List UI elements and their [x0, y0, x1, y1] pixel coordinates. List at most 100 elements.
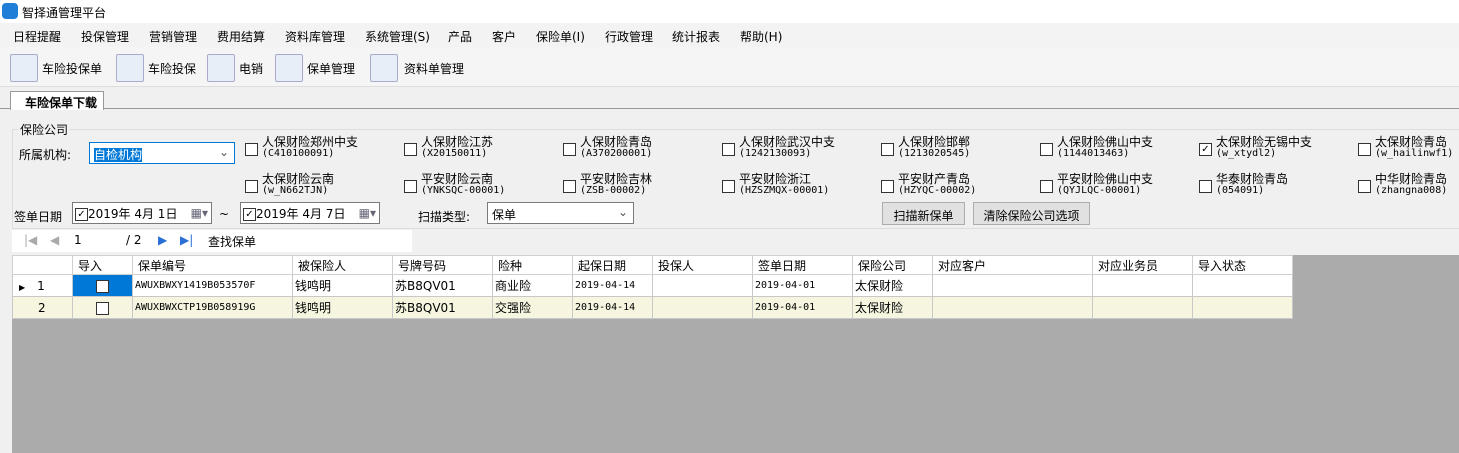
company-option[interactable]: 人保财险武汉中支 (1242130093) — [739, 136, 835, 160]
menu-item[interactable]: 客户 — [492, 28, 516, 45]
calendar-icon[interactable]: ▦▾ — [359, 206, 376, 220]
table-cell[interactable]: 交强险 — [492, 296, 573, 319]
first-page-icon[interactable]: |◀ — [24, 233, 37, 247]
column-header[interactable]: 对应客户 — [932, 255, 1093, 275]
table-row[interactable]: 2 AWUXBWXCTP19B058919G 钱鸣明 苏B8QV01 交强险 2019-0… — [12, 296, 1293, 319]
company-option[interactable]: 平安财险浙江 (HZSZMQX-00001) — [739, 173, 829, 197]
import-cell[interactable] — [72, 274, 133, 297]
import-cell[interactable] — [72, 296, 133, 319]
scan-new-button[interactable]: 扫描新保单 — [882, 202, 965, 225]
date-from-checkbox[interactable]: ✓ — [75, 208, 88, 221]
menu-item[interactable]: 费用结算 — [217, 28, 265, 45]
menu-item[interactable]: 营销管理 — [149, 28, 197, 45]
column-header[interactable]: 签单日期 — [752, 255, 853, 275]
table-cell[interactable]: 太保财险 — [852, 296, 933, 319]
toolbar-button[interactable]: 保单管理 — [275, 53, 355, 83]
tab-policy-download[interactable]: 车险保单下载 — [10, 91, 104, 110]
company-checkbox[interactable] — [245, 180, 258, 193]
company-checkbox[interactable] — [1358, 143, 1371, 156]
table-cell[interactable]: 2019-04-01 — [752, 274, 853, 297]
table-cell[interactable]: AWUXBWXY1419B053570F — [132, 274, 293, 297]
company-checkbox[interactable] — [1358, 180, 1371, 193]
table-cell[interactable]: AWUXBWXCTP19B058919G — [132, 296, 293, 319]
last-page-icon[interactable]: ▶| — [180, 233, 193, 247]
company-checkbox[interactable] — [404, 143, 417, 156]
company-option[interactable]: 人保财险青岛 (A370200001) — [580, 136, 652, 160]
company-option[interactable]: 华泰财险青岛 (054091) — [1216, 173, 1288, 197]
company-checkbox[interactable] — [722, 180, 735, 193]
import-checkbox[interactable] — [96, 279, 109, 293]
table-cell[interactable]: 苏B8QV01 — [392, 274, 493, 297]
table-cell[interactable]: 太保财险 — [852, 274, 933, 297]
date-to-checkbox[interactable]: ✓ — [243, 208, 256, 221]
table-cell[interactable]: 钱鸣明 — [292, 274, 393, 297]
column-header[interactable]: 号牌号码 — [392, 255, 493, 275]
company-checkbox[interactable] — [881, 143, 894, 156]
table-cell[interactable] — [932, 274, 1093, 297]
date-to-picker[interactable]: ✓ 2019年 4月 7日 ▦▾ — [240, 202, 380, 224]
menu-item[interactable]: 统计报表 — [672, 28, 720, 45]
toolbar-button[interactable]: 车险投保单 — [10, 53, 102, 83]
scan-type-select[interactable]: 保单 ⌄ — [487, 202, 634, 224]
table-row[interactable]: ▶ 1 AWUXBWXY1419B053570F 钱鸣明 苏B8QV01 商业险 2019-… — [12, 274, 1293, 297]
company-option[interactable]: 人保财险邯郸 (1213020545) — [898, 136, 970, 160]
clear-insurer-button[interactable]: 清除保险公司选项 — [973, 202, 1090, 225]
table-cell[interactable]: 2019-04-14 — [572, 274, 653, 297]
column-header[interactable]: 导入 — [72, 255, 133, 275]
table-cell[interactable]: 钱鸣明 — [292, 296, 393, 319]
column-header[interactable]: 险种 — [492, 255, 573, 275]
table-cell[interactable] — [652, 274, 753, 297]
company-option[interactable]: 中华财险青岛 (zhangna008) — [1375, 173, 1447, 197]
table-cell[interactable] — [1092, 274, 1193, 297]
menu-item[interactable]: 系统管理(S) — [365, 28, 430, 45]
menu-item[interactable]: 产品 — [448, 28, 472, 45]
menu-item[interactable]: 行政管理 — [605, 28, 653, 45]
company-checkbox[interactable] — [1040, 143, 1053, 156]
company-checkbox[interactable] — [245, 143, 258, 156]
company-option[interactable]: 太保财险无锡中支 (w_xtydl2) — [1216, 136, 1312, 160]
find-policy-button[interactable]: 查找保单 — [208, 233, 256, 250]
table-cell[interactable]: 2019-04-01 — [752, 296, 853, 319]
import-checkbox[interactable] — [96, 301, 109, 315]
company-option[interactable]: 太保财险青岛 (w_hailinwf1) — [1375, 136, 1453, 160]
table-cell[interactable] — [1092, 296, 1193, 319]
company-checkbox[interactable] — [1040, 180, 1053, 193]
company-option[interactable]: 人保财险佛山中支 (1144013463) — [1057, 136, 1153, 160]
menu-item[interactable]: 资料库管理 — [285, 28, 345, 45]
company-checkbox[interactable] — [563, 143, 576, 156]
column-header[interactable]: 保单编号 — [132, 255, 293, 275]
toolbar-button[interactable]: 电销 — [207, 53, 263, 83]
page-input[interactable]: 1 — [74, 233, 82, 247]
date-from-picker[interactable]: ✓ 2019年 4月 1日 ▦▾ — [72, 202, 212, 224]
company-option[interactable]: 平安财产青岛 (HZYQC-00002) — [898, 173, 976, 197]
company-checkbox[interactable] — [563, 180, 576, 193]
company-option[interactable]: 平安财险佛山中支 (QYJLQC-00001) — [1057, 173, 1153, 197]
column-header[interactable]: 导入状态 — [1192, 255, 1293, 275]
company-checkbox[interactable]: ✓ — [1199, 143, 1212, 156]
toolbar-button[interactable]: 资料单管理 — [370, 53, 464, 83]
column-header[interactable]: 投保人 — [652, 255, 753, 275]
column-header[interactable]: 被保险人 — [292, 255, 393, 275]
menu-item[interactable]: 投保管理 — [81, 28, 129, 45]
table-cell[interactable]: 苏B8QV01 — [392, 296, 493, 319]
next-page-icon[interactable]: ▶ — [158, 233, 167, 247]
menu-item[interactable]: 保险单(I) — [536, 28, 585, 45]
company-option[interactable]: 人保财险郑州中支 (C410100091) — [262, 136, 358, 160]
column-header[interactable]: 对应业务员 — [1092, 255, 1193, 275]
org-select[interactable]: 自检机构 ⌄ — [89, 142, 235, 164]
company-checkbox[interactable] — [1199, 180, 1212, 193]
table-cell[interactable] — [932, 296, 1093, 319]
column-header[interactable]: 起保日期 — [572, 255, 653, 275]
menu-item[interactable]: 帮助(H) — [740, 28, 782, 45]
company-option[interactable]: 太保财险云南 (w_N662TJN) — [262, 173, 334, 197]
company-option[interactable]: 人保财险江苏 (X20150011) — [421, 136, 493, 160]
company-checkbox[interactable] — [722, 143, 735, 156]
company-option[interactable]: 平安财险吉林 (ZSB-00002) — [580, 173, 652, 197]
company-checkbox[interactable] — [881, 180, 894, 193]
company-option[interactable]: 平安财险云南 (YNKSQC-00001) — [421, 173, 505, 197]
calendar-icon[interactable]: ▦▾ — [191, 206, 208, 220]
table-cell[interactable]: 商业险 — [492, 274, 573, 297]
table-cell[interactable] — [1192, 274, 1293, 297]
table-cell[interactable]: 2019-04-14 — [572, 296, 653, 319]
toolbar-button[interactable]: 车险投保 — [116, 53, 196, 83]
